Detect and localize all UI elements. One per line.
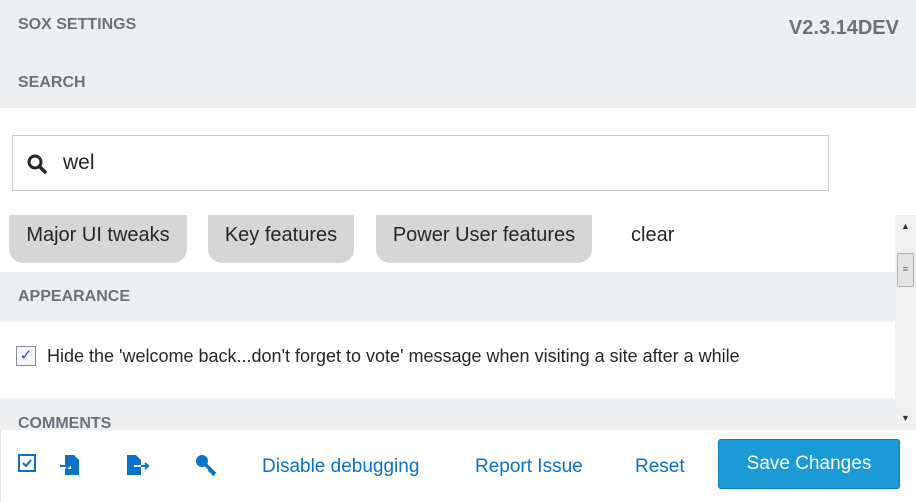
reset-link[interactable]: Reset — [635, 456, 685, 478]
option-checkbox[interactable]: ✓ — [16, 346, 36, 366]
section-comments: COMMENTS — [0, 398, 895, 430]
tag-power-user-features[interactable]: Power User features — [376, 215, 592, 263]
search-icon — [27, 154, 47, 174]
header: SOX SETTINGS V2.3.14DEV SEARCH — [0, 0, 916, 108]
section-title: APPEARANCE — [18, 288, 131, 305]
tag-major-ui-tweaks[interactable]: Major UI tweaks — [9, 215, 187, 263]
tag-key-features[interactable]: Key features — [208, 215, 354, 263]
checkbox-icon[interactable] — [18, 454, 36, 472]
version-label: V2.3.14DEV — [788, 17, 899, 39]
search-box[interactable] — [12, 135, 829, 191]
save-changes-button[interactable]: Save Changes — [718, 439, 900, 489]
scroll-down-arrow-icon[interactable]: ▼ — [901, 413, 910, 423]
option-label[interactable]: Hide the 'welcome back...don't forget to… — [47, 346, 740, 367]
search-input[interactable] — [63, 148, 803, 178]
scrollbar-thumb[interactable]: ≡ — [897, 253, 914, 287]
section-appearance: APPEARANCE — [0, 272, 895, 322]
key-icon[interactable] — [195, 454, 217, 476]
report-issue-link[interactable]: Report Issue — [475, 456, 583, 478]
scroll-up-arrow-icon[interactable]: ▲ — [901, 221, 910, 231]
page-title: SOX SETTINGS — [18, 16, 137, 33]
footer: Disable debugging Report Issue Reset Sav… — [0, 430, 916, 502]
import-icon[interactable] — [59, 454, 81, 476]
scrollbar[interactable]: ▲ ≡ ▼ — [895, 215, 916, 430]
disable-debugging-link[interactable]: Disable debugging — [262, 456, 419, 478]
clear-tags-link[interactable]: clear — [631, 224, 674, 247]
settings-scroll-area: Major UI tweaks Key features Power User … — [0, 215, 916, 430]
search-heading: SEARCH — [18, 74, 86, 91]
export-icon[interactable] — [126, 454, 152, 476]
section-title: COMMENTS — [18, 415, 112, 430]
